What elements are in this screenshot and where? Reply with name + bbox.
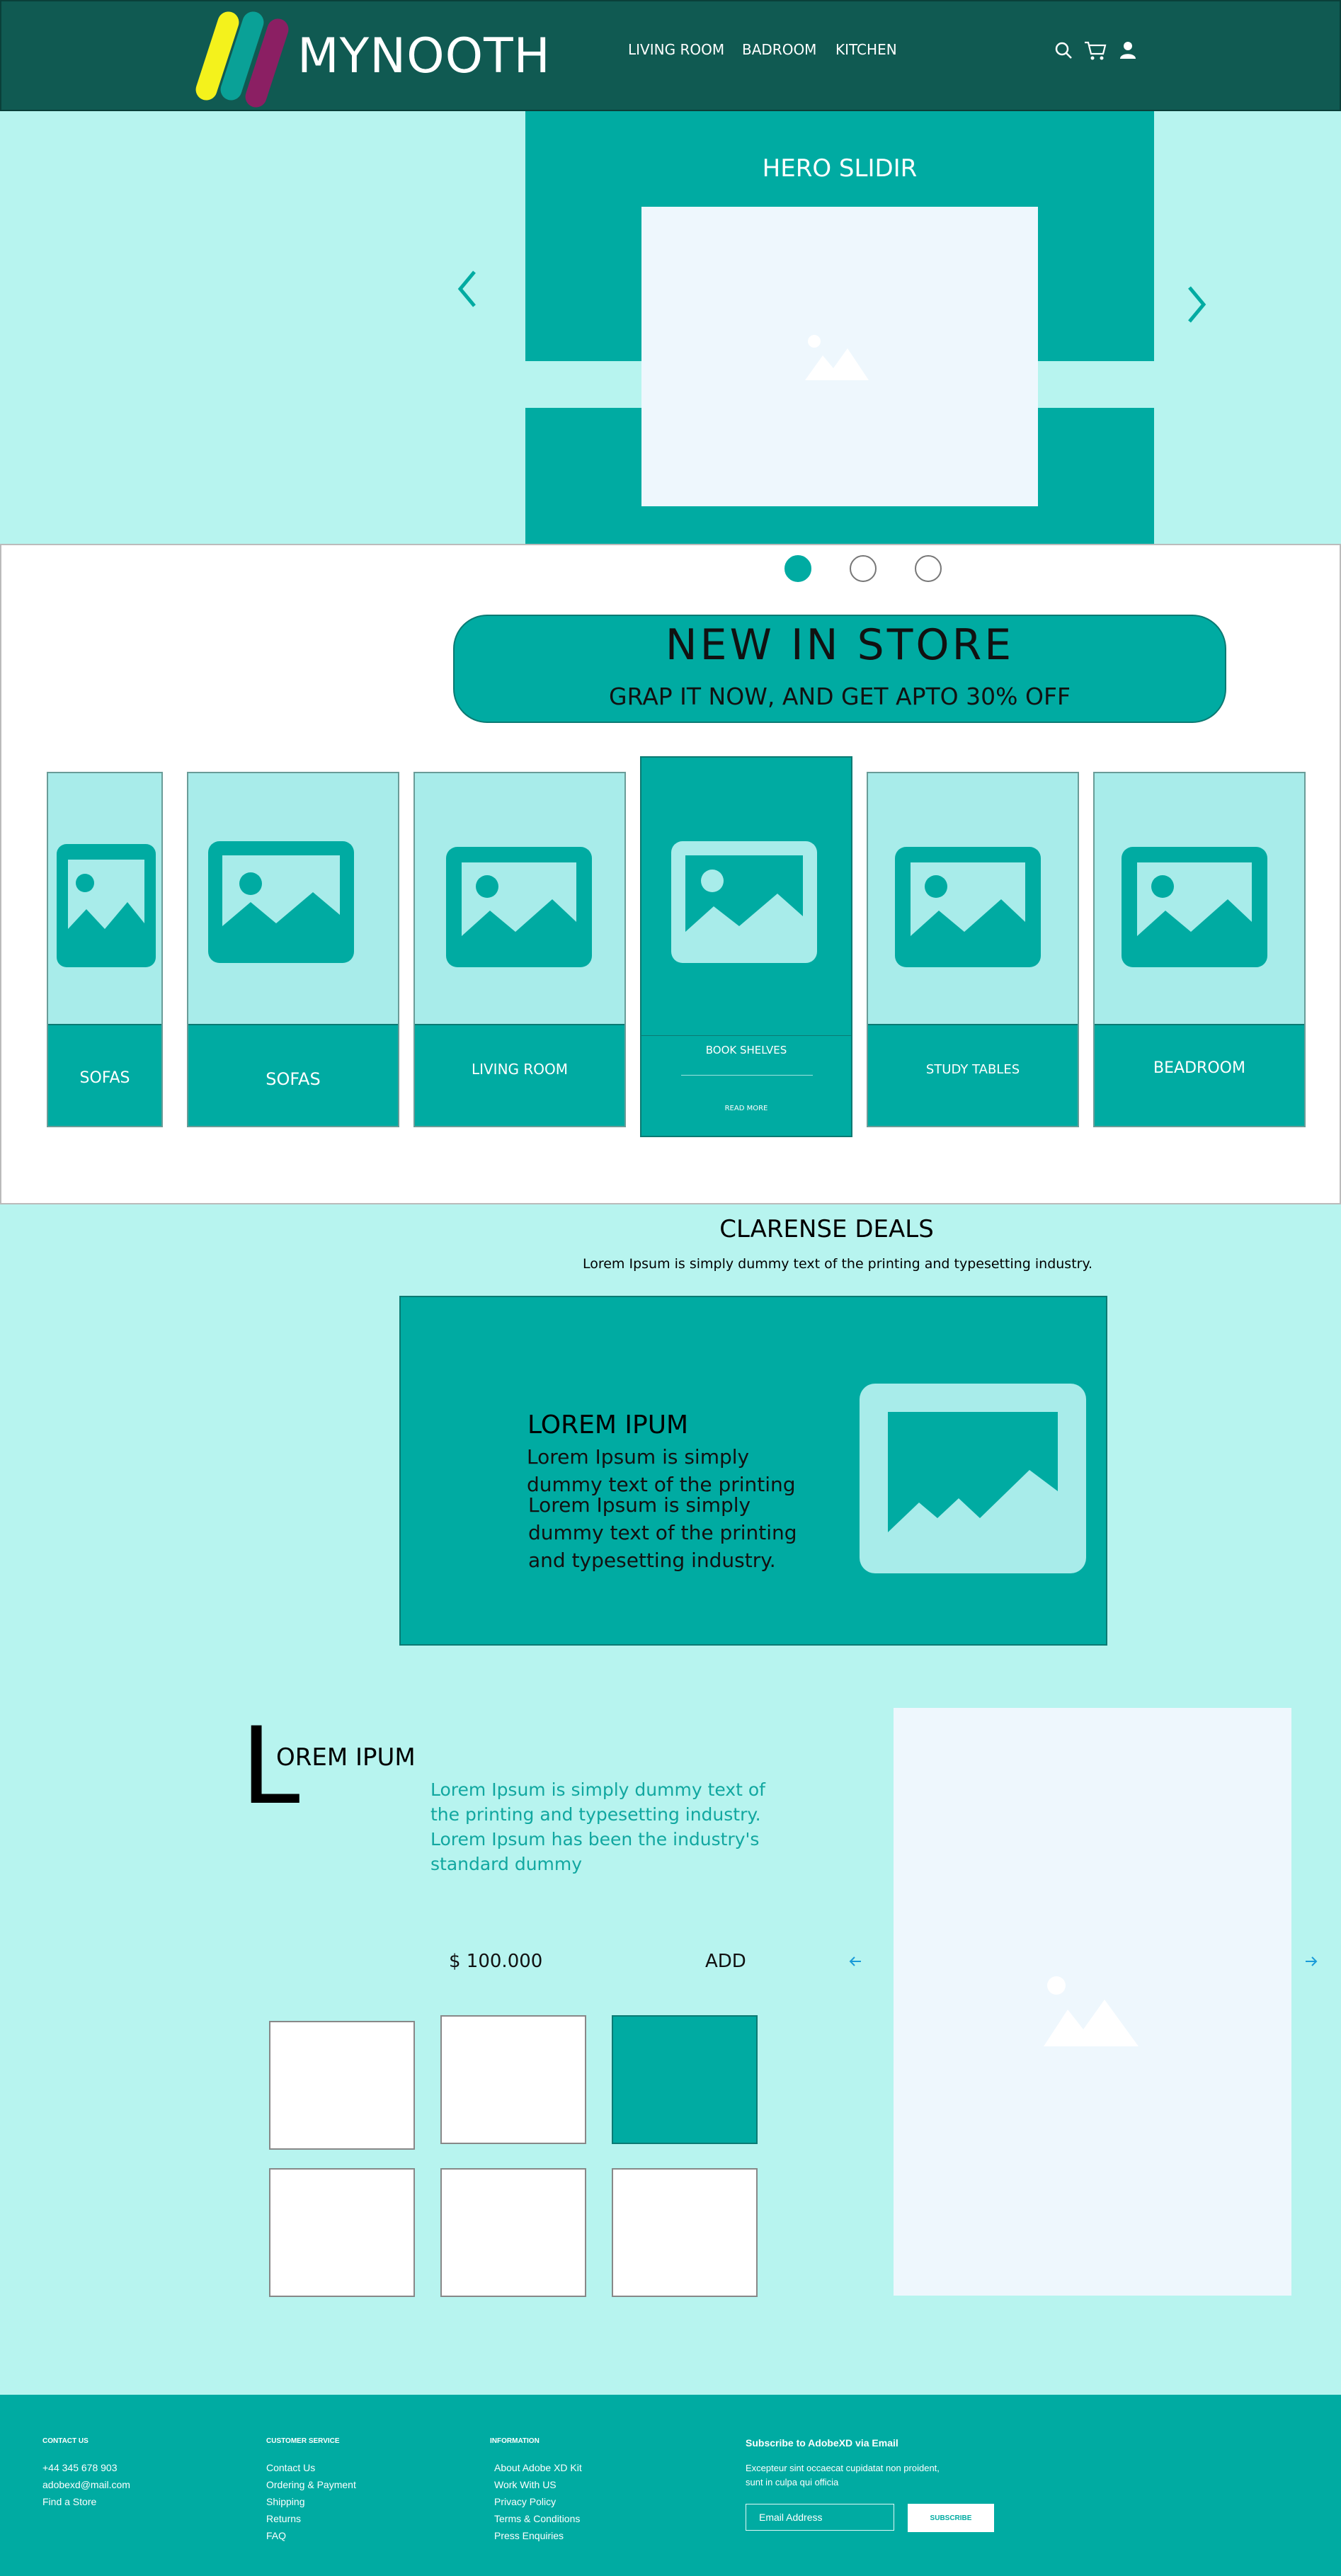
image-icon	[895, 847, 1041, 967]
product-thumbnail[interactable]	[269, 2168, 415, 2297]
category-card[interactable]: LIVING ROOM	[413, 772, 626, 1127]
add-to-cart-button[interactable]: ADD	[705, 1951, 746, 1972]
subscribe-description: Excepteur sint occaecat cupidatat non pr…	[746, 2463, 940, 2487]
footer-heading-customer-service: CUSTOMER SERVICE	[266, 2437, 340, 2445]
footer-find-store[interactable]: Find a Store	[42, 2496, 96, 2507]
category-card-image-area	[48, 773, 161, 1024]
category-card[interactable]: STUDY TABLES	[867, 772, 1079, 1127]
deal-image	[860, 1384, 1086, 1573]
promo-banner[interactable]: NEW IN STORE GRAP IT NOW, AND GET APTO 3…	[453, 615, 1226, 723]
image-icon	[446, 847, 592, 967]
category-card-image-area	[188, 773, 398, 1024]
category-label: SOFAS	[79, 1069, 130, 1087]
arrow-left-icon[interactable]	[848, 1954, 862, 1968]
email-field[interactable]	[746, 2504, 894, 2531]
category-card[interactable]: SOFAS	[187, 772, 399, 1127]
category-card-footer: SOFAS	[48, 1024, 161, 1126]
read-more-link[interactable]: READ MORE	[641, 1105, 851, 1112]
brand-name[interactable]: MYNOOTH	[297, 28, 551, 84]
site-footer	[0, 2395, 1341, 2576]
slider-dot-3[interactable]	[915, 555, 942, 582]
category-label: BEADROOM	[1153, 1059, 1245, 1077]
nav-bedroom[interactable]: BADROOM	[742, 41, 816, 58]
promo-subtitle: GRAP IT NOW, AND GET APTO 30% OFF	[609, 683, 1071, 710]
nav-living-room[interactable]: LIVING ROOM	[628, 41, 724, 58]
footer-link[interactable]: Privacy Policy	[494, 2496, 556, 2507]
deals-title: CLARENSE DEALS	[719, 1215, 934, 1243]
image-icon	[671, 841, 817, 963]
footer-email[interactable]: adobexd@mail.com	[42, 2479, 130, 2490]
footer-link[interactable]: Press Enquiries	[494, 2530, 564, 2541]
search-icon[interactable]	[1054, 40, 1075, 61]
footer-link[interactable]: Contact Us	[266, 2462, 315, 2473]
slider-dot-2[interactable]	[850, 555, 877, 582]
promo-title: NEW IN STORE	[665, 620, 1015, 670]
hero-next-chevron-icon[interactable]	[1187, 285, 1208, 324]
category-card-image-area	[868, 773, 1078, 1024]
hero-image	[641, 207, 1038, 506]
subscribe-title: Subscribe to AdobeXD via Email	[746, 2437, 898, 2449]
footer-phone[interactable]: +44 345 678 903	[42, 2462, 118, 2473]
image-placeholder-icon	[1044, 1976, 1139, 2046]
card-divider	[681, 1075, 813, 1076]
footer-link[interactable]: Work With US	[494, 2479, 557, 2490]
footer-link[interactable]: Terms & Conditions	[494, 2513, 580, 2524]
hero-prev-chevron-icon[interactable]	[456, 269, 477, 309]
footer-heading-contact: CONTACT US	[42, 2437, 89, 2445]
footer-link[interactable]: FAQ	[266, 2530, 286, 2541]
category-card-image-area	[1095, 773, 1304, 1024]
category-card[interactable]: BEADROOM	[1093, 772, 1306, 1127]
product-thumbnail[interactable]	[440, 2168, 586, 2297]
user-icon[interactable]	[1117, 40, 1139, 61]
category-card-image-area	[415, 773, 624, 1024]
product-thumbnail[interactable]	[612, 2168, 758, 2297]
category-card-active[interactable]: BOOK SHELVES READ MORE	[640, 756, 852, 1137]
deal-text-2: Lorem Ipsum is simply dummy text of the …	[528, 1493, 797, 1572]
deals-subtitle: Lorem Ipsum is simply dummy text of the …	[582, 1256, 1093, 1272]
subscribe-button[interactable]: SUBSCRIBE	[908, 2504, 994, 2532]
category-card-footer: LIVING ROOM	[415, 1024, 624, 1126]
deal-heading: LOREM IPUM	[527, 1410, 689, 1440]
product-image	[894, 1708, 1291, 2296]
footer-link[interactable]: About Adobe XD Kit	[494, 2462, 582, 2473]
arrow-right-icon[interactable]	[1304, 1954, 1318, 1968]
footer-heading-information: INFORMATION	[490, 2437, 540, 2445]
image-icon	[1122, 847, 1267, 967]
category-card[interactable]: SOFAS	[47, 772, 163, 1127]
category-label: STUDY TABLES	[925, 1062, 1020, 1077]
footer-link[interactable]: Returns	[266, 2513, 301, 2524]
product-thumbnail-active[interactable]	[612, 2015, 758, 2144]
image-icon	[888, 1412, 1058, 1532]
footer-link[interactable]: Shipping	[266, 2496, 305, 2507]
product-thumbnail[interactable]	[269, 2021, 415, 2150]
product-description: Lorem Ipsum is simply dummy text of the …	[430, 1779, 765, 1874]
nav-kitchen[interactable]: KITCHEN	[835, 41, 897, 58]
image-icon	[208, 841, 354, 963]
footer-link[interactable]: Ordering & Payment	[266, 2479, 356, 2490]
image-placeholder-icon	[805, 335, 869, 380]
category-label: LIVING ROOM	[471, 1061, 569, 1078]
category-card-footer: SOFAS	[188, 1024, 398, 1126]
category-card-footer: STUDY TABLES	[868, 1024, 1078, 1126]
hero-title: HERO SLIDIR	[762, 154, 918, 183]
slider-dot-1[interactable]	[784, 555, 811, 582]
product-price: $ 100.000	[449, 1951, 543, 1972]
image-icon	[57, 844, 156, 967]
product-thumbnail[interactable]	[440, 2015, 586, 2144]
category-label: SOFAS	[266, 1069, 321, 1089]
category-label: BOOK SHELVES	[705, 1044, 787, 1056]
deal-text-1: Lorem Ipsum is simply dummy text of the …	[527, 1445, 796, 1496]
card-divider	[641, 1035, 851, 1036]
product-heading: OREM IPUM	[276, 1743, 416, 1772]
category-card-footer: BEADROOM	[1095, 1024, 1304, 1126]
cart-icon[interactable]	[1083, 40, 1107, 61]
